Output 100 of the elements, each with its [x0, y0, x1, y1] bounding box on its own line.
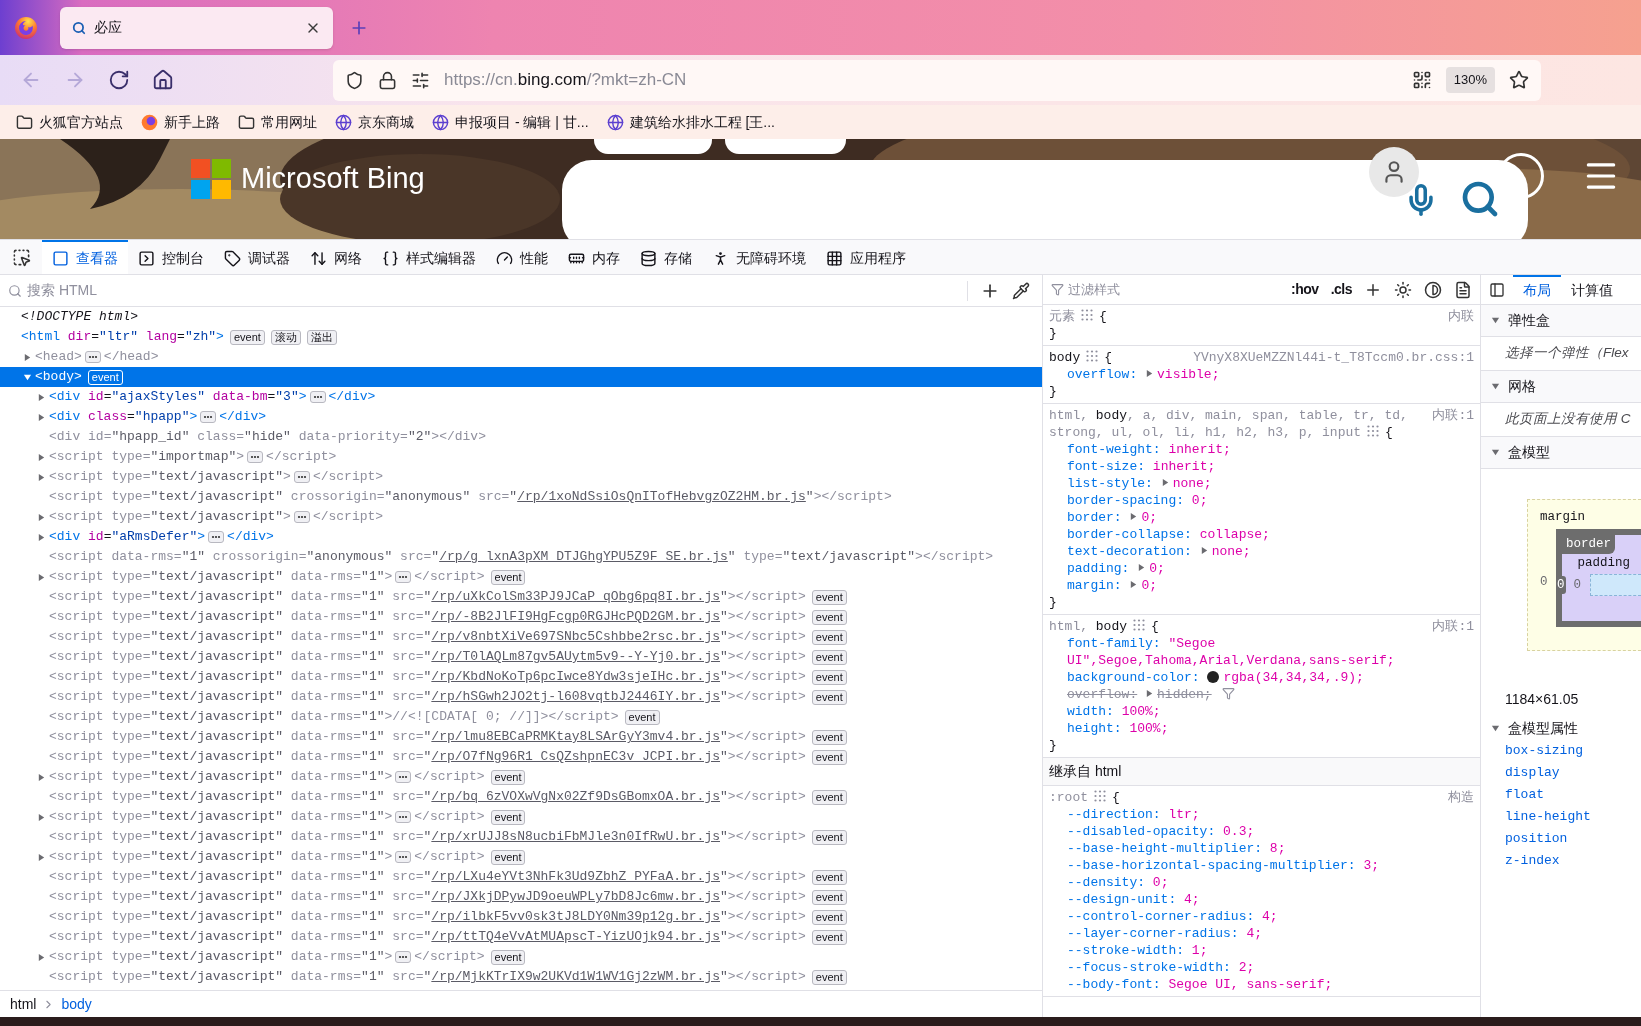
devtools-tab[interactable]: 应用程序: [816, 240, 916, 274]
css-declaration[interactable]: border-collapse: collapse;: [1043, 526, 1480, 543]
collapse-arrow-icon[interactable]: [23, 372, 32, 382]
dots-grid-icon[interactable]: [1094, 790, 1106, 802]
css-declaration[interactable]: --focus-stroke-width: 2;: [1043, 959, 1480, 976]
qr-code-icon[interactable]: [1411, 70, 1432, 90]
ellipsis-icon[interactable]: [84, 351, 101, 363]
breadcrumb[interactable]: body: [61, 993, 92, 1015]
collapse-arrow-icon[interactable]: [1491, 382, 1500, 391]
ellipsis-icon[interactable]: [208, 531, 225, 543]
tree-node[interactable]: <script type="text/javascript" data-rms="1" src="/rp/ttTQ4eVvAtMUApscT-YizUOjk94.br.js"></script> event: [0, 927, 1042, 947]
node-badge[interactable]: 滚动: [270, 329, 301, 345]
css-selector[interactable]: html, body {: [1049, 618, 1425, 635]
tree-node[interactable]: <script type="text/javascript" data-rms="1" src="/rp/-8B2JlFI9HgFcgp0RGJHcPQD2GM.br.js"></script> event: [0, 607, 1042, 627]
bookmark-item[interactable]: 火狐官方站点: [16, 111, 123, 133]
tree-node[interactable]: <script type="text/javascript" data-rms="1" src="/rp/LXu4eYVt3NhFk3Ud9ZbhZ_PYFaA.br.js"></script> event: [0, 867, 1042, 887]
tree-node[interactable]: <script type="text/javascript" data-rms="1" src="/rp/KbdNoKoTp6pcIwce8Ydw3sjeIHc.br.js"></script> event: [0, 667, 1042, 687]
sidebar-tab[interactable]: 计算值: [1561, 275, 1623, 304]
css-declaration[interactable]: --base-height-multiplier: 8;: [1043, 840, 1480, 857]
tree-node[interactable]: <script type="text/javascript" data-rms="1"> </script> event: [0, 847, 1042, 867]
document-icon[interactable]: [1454, 280, 1472, 299]
devtools-tab[interactable]: 样式编辑器: [372, 240, 486, 274]
css-declaration[interactable]: width: 100%;: [1043, 703, 1480, 720]
box-property[interactable]: line-height: [1481, 806, 1641, 828]
css-declaration[interactable]: --disabled-opacity: 0.3;: [1043, 823, 1480, 840]
tree-node[interactable]: <script type="text/javascript" data-rms="1">//<![CDATA[ 0; //]]></script> event: [0, 707, 1042, 727]
ellipsis-icon[interactable]: [293, 511, 310, 523]
css-declaration[interactable]: font-size: inherit;: [1043, 458, 1480, 475]
tree-node[interactable]: <script type="text/javascript" data-rms="1" src="/rp/ilbkF5vv0sk3tJ8LDY0Nm39p12g.br.js"></script> event: [0, 907, 1042, 927]
home-icon[interactable]: [152, 69, 174, 91]
tree-node[interactable]: <script type="text/javascript" data-rms="1" src="/rp/bq_6zVOXwVgNx02Zf9DsGBomxOA.br.js"></script> event: [0, 787, 1042, 807]
lock-icon[interactable]: [378, 70, 397, 90]
expand-arrow-icon[interactable]: [1160, 478, 1170, 487]
box-property[interactable]: box-sizing: [1481, 740, 1641, 762]
css-declaration[interactable]: --control-corner-radius: 4;: [1043, 908, 1480, 925]
toggle-button[interactable]: .cls: [1330, 279, 1352, 300]
node-badge[interactable]: event: [811, 869, 847, 885]
bookmark-item[interactable]: 新手上路: [141, 111, 220, 133]
section-header[interactable]: 网格: [1481, 371, 1641, 403]
css-declaration[interactable]: background-color: rgba(34,34,34,.9);: [1043, 669, 1480, 686]
devtools-tab[interactable]: 控制台: [128, 240, 214, 274]
tree-node[interactable]: <div id="aRmsDefer"> </div>: [0, 527, 1042, 547]
css-declaration[interactable]: --density: 0;: [1043, 874, 1480, 891]
tree-node[interactable]: <script type="text/javascript" data-rms="1" src="/rp/v8nbtXiVe697SNbc5Cshbbe2rsc.br.js"></script> event: [0, 627, 1042, 647]
css-selector[interactable]: html, body, a, div, main, span, table, tr, td, strong, ul, ol, li, h1, h2, h3, p, input {: [1049, 407, 1425, 441]
css-declaration[interactable]: font-family: "Segoe UI",Segoe,Tahoma,Arial,Verdana,sans-serif;: [1043, 635, 1480, 669]
devtools-tab[interactable]: 调试器: [214, 240, 300, 274]
devtools-tab[interactable]: 内存: [558, 240, 630, 274]
node-badge[interactable]: event: [229, 329, 265, 345]
expand-arrow-icon[interactable]: [37, 852, 46, 862]
tree-node[interactable]: <script type="importmap"> </script>: [0, 447, 1042, 467]
node-badge[interactable]: event: [811, 749, 847, 765]
color-swatch[interactable]: [1207, 671, 1220, 683]
contrast-icon[interactable]: [1424, 280, 1442, 299]
box-property[interactable]: display: [1481, 762, 1641, 784]
collapse-arrow-icon[interactable]: [1491, 448, 1500, 457]
expand-arrow-icon[interactable]: [37, 532, 46, 542]
node-badge[interactable]: event: [811, 969, 847, 985]
node-badge[interactable]: event: [811, 729, 847, 745]
eyedropper-icon[interactable]: [1012, 281, 1030, 300]
tree-node[interactable]: <script type="text/javascript" data-rms="1" src="/rp/MjkKTrIX9w2UKVd1W1WV1Gj2zWM.br.js"></script> event: [0, 967, 1042, 987]
search-icon[interactable]: [1460, 179, 1500, 219]
css-declaration[interactable]: --base-horizontal-spacing-multiplier: 3;: [1043, 857, 1480, 874]
node-badge[interactable]: event: [811, 629, 847, 645]
node-badge[interactable]: event: [811, 889, 847, 905]
dots-grid-icon[interactable]: [1133, 619, 1146, 631]
node-badge[interactable]: event: [811, 589, 847, 605]
browser-tab[interactable]: 必应: [60, 6, 333, 49]
css-selector[interactable]: body {: [1049, 349, 1186, 366]
expand-arrow-icon[interactable]: [37, 812, 46, 822]
ellipsis-icon[interactable]: [395, 851, 412, 863]
tree-node[interactable]: <script type="text/javascript" data-rms="1" src="/rp/xrUJJ8sN8ucbiFbMJle3n0IfRwU.br.js"></script> event: [0, 827, 1042, 847]
breadcrumb[interactable]: html: [10, 993, 37, 1015]
css-declaration[interactable]: --stroke-width: 1;: [1043, 942, 1480, 959]
css-declaration[interactable]: overflow: visible;: [1043, 366, 1480, 383]
node-badge[interactable]: event: [624, 709, 660, 725]
sliders-icon[interactable]: [411, 70, 430, 90]
node-badge[interactable]: event: [811, 689, 847, 705]
collapse-arrow-icon[interactable]: [1491, 316, 1500, 325]
tree-node[interactable]: <script type="text/javascript" data-rms="1" src="/rp/lmu8EBCaPRMKtay8LSArGyY3mv4.br.js"></script> event: [0, 727, 1042, 747]
css-declaration[interactable]: border-spacing: 0;: [1043, 492, 1480, 509]
expand-arrow-icon[interactable]: [37, 572, 46, 582]
tree-node[interactable]: <div class="hpapp"> </div>: [0, 407, 1042, 427]
reload-icon[interactable]: [108, 69, 130, 91]
tree-node[interactable]: <html dir="ltr" lang="zh"> event 滚动 溢出: [0, 327, 1042, 347]
css-declaration[interactable]: font-weight: inherit;: [1043, 441, 1480, 458]
expand-arrow-icon[interactable]: [37, 392, 46, 402]
tree-node[interactable]: <script type="text/javascript" data-rms="1" src="/rp/T0lAQLm87gv5AUytm5v9--Y-Yj0.br.js"></script> event: [0, 647, 1042, 667]
node-badge[interactable]: event: [490, 569, 526, 585]
expand-arrow-icon[interactable]: [37, 952, 46, 962]
expand-arrow-icon[interactable]: [1137, 563, 1147, 572]
devtools-tab[interactable]: 性能: [486, 240, 558, 274]
devtools-tab[interactable]: 查看器: [42, 240, 128, 274]
css-declaration[interactable]: text-decoration: none;: [1043, 543, 1480, 560]
node-badge[interactable]: event: [811, 829, 847, 845]
bookmark-item[interactable]: 申报项目 - 编辑 | 甘...: [432, 111, 589, 133]
node-badge[interactable]: event: [490, 809, 526, 825]
expand-arrow-icon[interactable]: [37, 772, 46, 782]
node-badge[interactable]: event: [811, 929, 847, 945]
tree-node[interactable]: <div id="ajaxStyles" data-bm="3"> </div>: [0, 387, 1042, 407]
